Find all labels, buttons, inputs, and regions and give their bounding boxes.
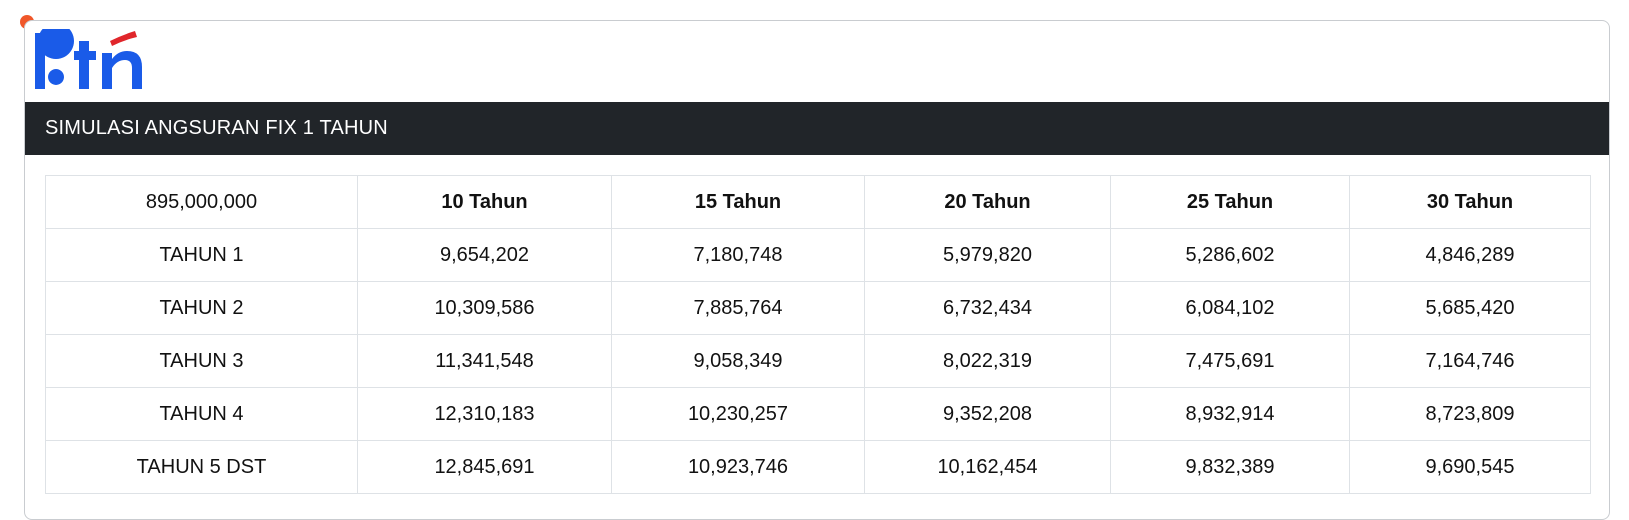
table-cell: 6,084,102: [1110, 281, 1350, 335]
table-cell: 6,732,434: [864, 281, 1111, 335]
table-cell: 7,180,748: [611, 228, 865, 282]
table-cell: 8,723,809: [1349, 387, 1591, 441]
column-header-20-tahun: 20 Tahun: [864, 175, 1111, 229]
table-cell: 9,058,349: [611, 334, 865, 388]
row-label: TAHUN 4: [45, 387, 358, 441]
table-cell: 9,654,202: [357, 228, 612, 282]
btn-logo: [35, 29, 142, 89]
header-title: SIMULASI ANGSURAN FIX 1 TAHUN: [45, 117, 388, 139]
installment-table-wrapper: 895,000,000 10 Tahun 15 Tahun 20 Tahun 2…: [45, 175, 1591, 494]
row-label: TAHUN 1: [45, 228, 358, 282]
column-header-25-tahun: 25 Tahun: [1110, 175, 1350, 229]
installment-table: 895,000,000 10 Tahun 15 Tahun 20 Tahun 2…: [45, 175, 1591, 494]
table-header-row: 895,000,000 10 Tahun 15 Tahun 20 Tahun 2…: [45, 175, 1591, 229]
table-cell: 12,845,691: [357, 440, 612, 494]
table-cell: 12,310,183: [357, 387, 612, 441]
table-row: TAHUN 3 11,341,548 9,058,349 8,022,319 7…: [45, 334, 1591, 388]
row-label: TAHUN 2: [45, 281, 358, 335]
table-cell: 5,286,602: [1110, 228, 1350, 282]
column-header-10-tahun: 10 Tahun: [357, 175, 612, 229]
table-cell: 7,475,691: [1110, 334, 1350, 388]
logo-area: [25, 21, 1609, 102]
header-bar: SIMULASI ANGSURAN FIX 1 TAHUN: [25, 102, 1609, 155]
table-row: TAHUN 5 DST 12,845,691 10,923,746 10,162…: [45, 440, 1591, 494]
table-cell: 10,309,586: [357, 281, 612, 335]
table-cell: 5,979,820: [864, 228, 1111, 282]
table-cell: 10,923,746: [611, 440, 865, 494]
table-cell: 5,685,420: [1349, 281, 1591, 335]
table-cell: 8,022,319: [864, 334, 1111, 388]
loan-amount-cell: 895,000,000: [45, 175, 358, 229]
table-cell: 9,352,208: [864, 387, 1111, 441]
table-row: TAHUN 4 12,310,183 10,230,257 9,352,208 …: [45, 387, 1591, 441]
table-cell: 7,164,746: [1349, 334, 1591, 388]
row-label: TAHUN 5 DST: [45, 440, 358, 494]
column-header-30-tahun: 30 Tahun: [1349, 175, 1591, 229]
row-label: TAHUN 3: [45, 334, 358, 388]
table-row: TAHUN 2 10,309,586 7,885,764 6,732,434 6…: [45, 281, 1591, 335]
column-header-15-tahun: 15 Tahun: [611, 175, 865, 229]
table-cell: 10,162,454: [864, 440, 1111, 494]
table-cell: 9,690,545: [1349, 440, 1591, 494]
table-cell: 4,846,289: [1349, 228, 1591, 282]
simulation-card: SIMULASI ANGSURAN FIX 1 TAHUN 895,000,00…: [24, 20, 1610, 520]
table-row: TAHUN 1 9,654,202 7,180,748 5,979,820 5,…: [45, 228, 1591, 282]
table-cell: 8,932,914: [1110, 387, 1350, 441]
table-cell: 11,341,548: [357, 334, 612, 388]
table-cell: 10,230,257: [611, 387, 865, 441]
table-cell: 7,885,764: [611, 281, 865, 335]
table-cell: 9,832,389: [1110, 440, 1350, 494]
